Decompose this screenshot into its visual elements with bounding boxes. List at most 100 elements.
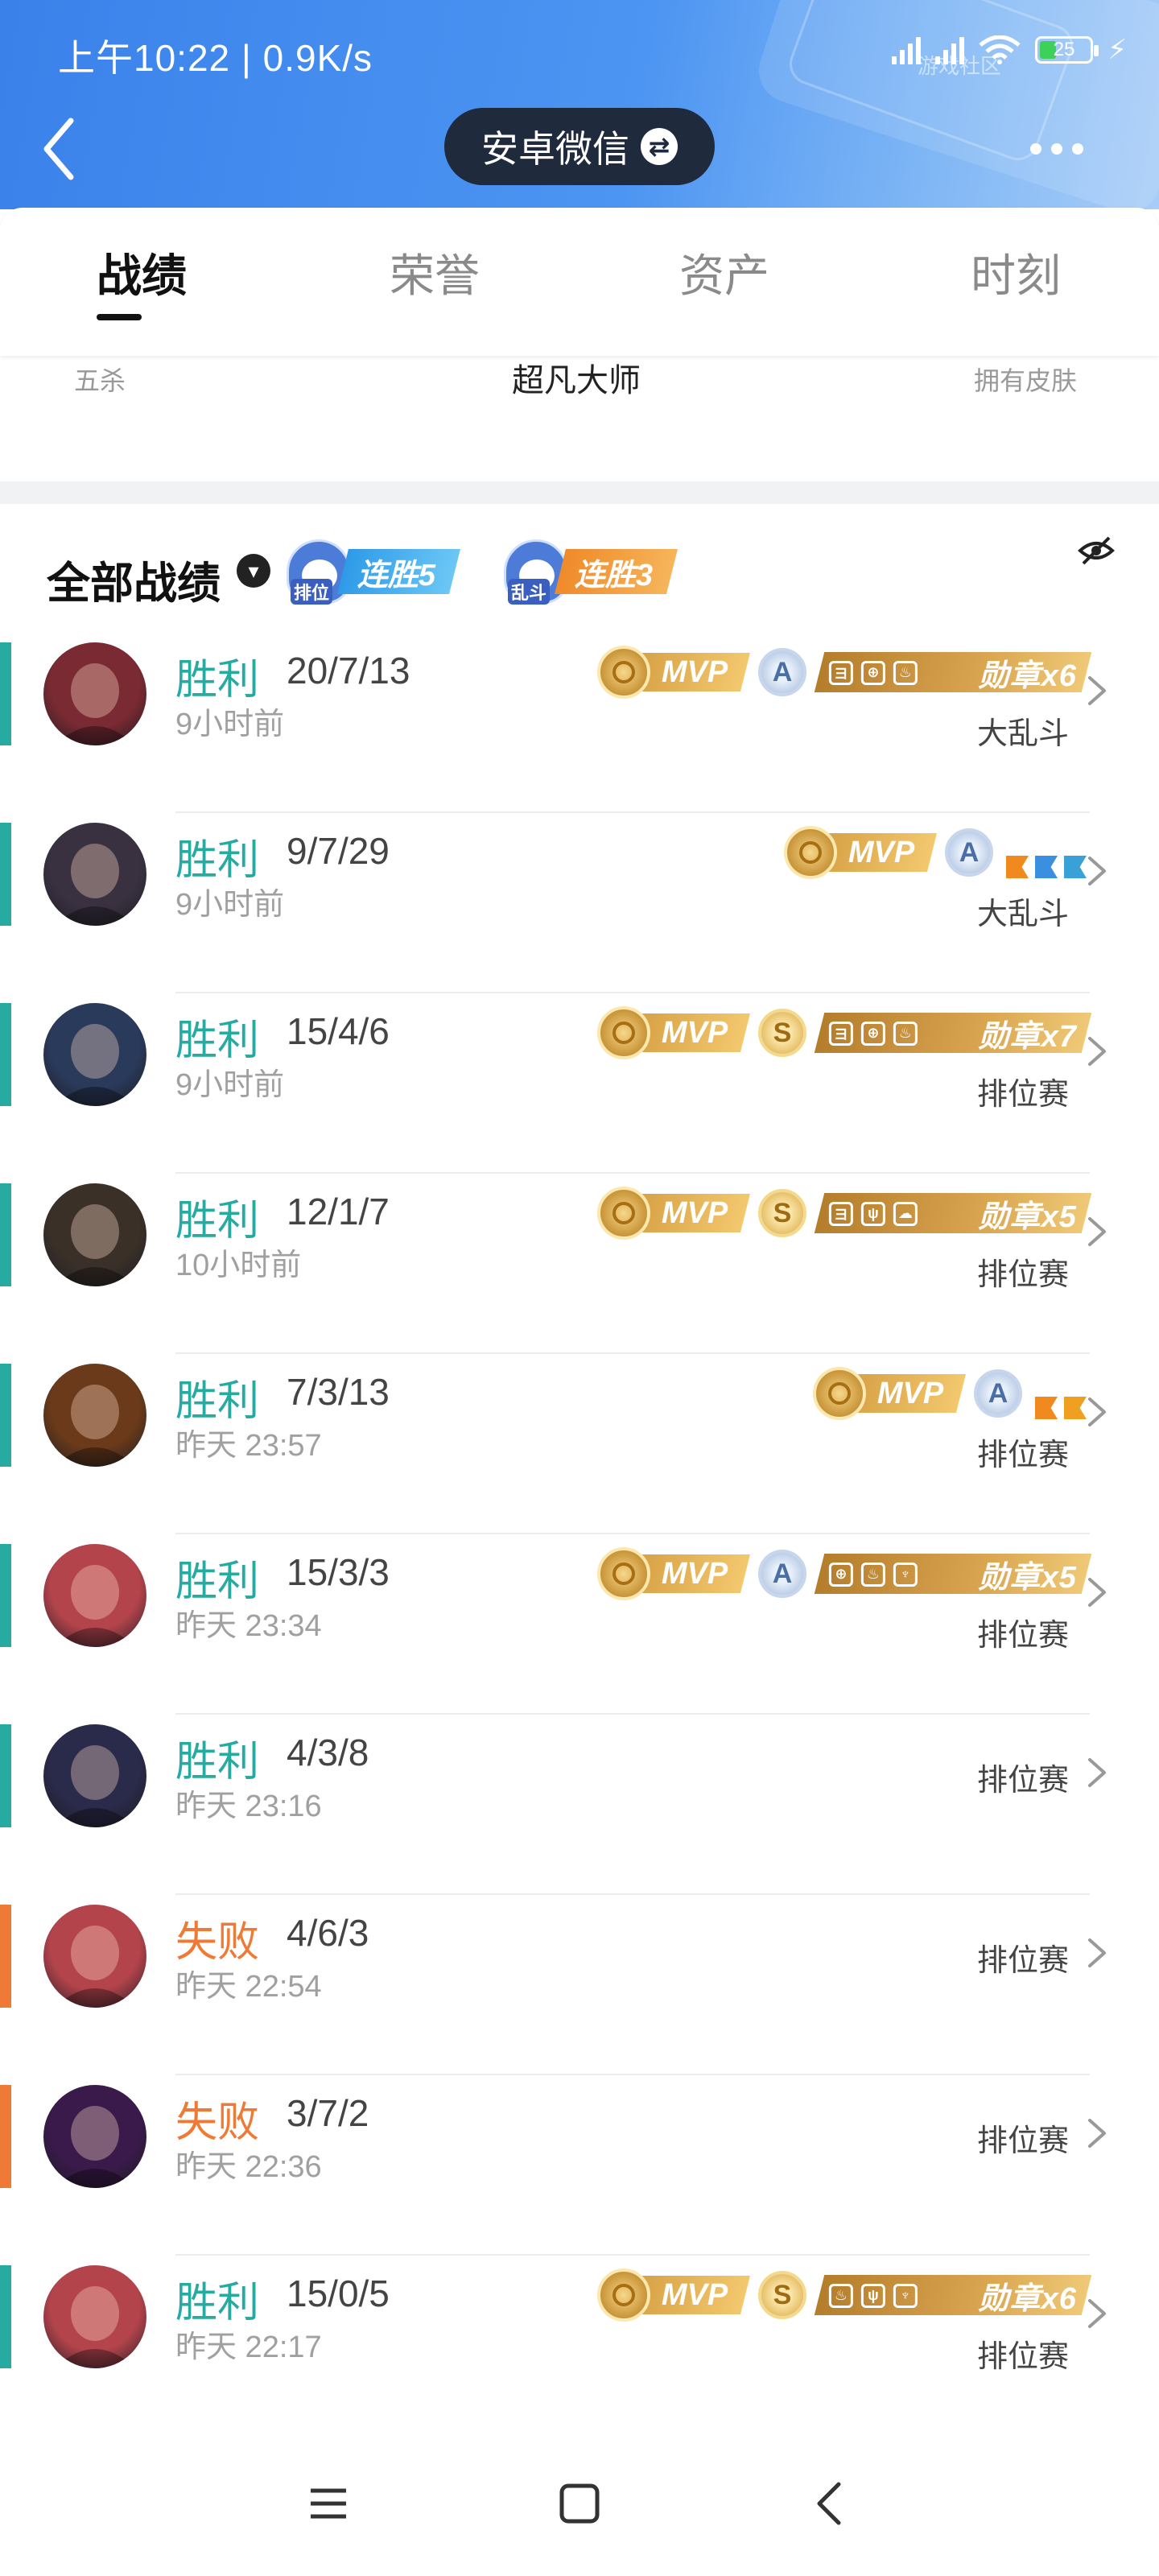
filter-title[interactable]: 全部战绩: [47, 547, 221, 611]
streak-label: 连胜3: [575, 558, 654, 592]
match-mode: 排位赛: [976, 1619, 1069, 1653]
hero-avatar: [43, 2265, 146, 2368]
hero-portrait-icon: [55, 1024, 135, 1106]
grade-badge: S: [758, 1189, 806, 1237]
chevron-down-icon[interactable]: ▾: [237, 554, 270, 588]
match-time: 昨天 23:16: [175, 1790, 322, 1823]
match-kda: 4/3/8: [287, 1732, 369, 1773]
match-row[interactable]: 胜利 7/3/13 昨天 23:57 MVP A 排位赛: [0, 1354, 1159, 1534]
match-row[interactable]: 胜利 12/1/7 10小时前 MVP S ヨ ψ ☁ 勋章x5 排位赛: [0, 1174, 1159, 1354]
header-banner: 上午10:22 | 0.9K/s 游戏社区 25 ⚡ 安卓微信 ⇄: [0, 0, 1159, 209]
match-row[interactable]: 胜利 15/4/6 9小时前 MVP S ヨ ⊕ ♨ 勋章x7 排位赛: [0, 993, 1159, 1174]
result-accent-bar: [0, 2085, 11, 2188]
chevron-right-icon: [1088, 857, 1106, 886]
mvp-coin-icon: [596, 1006, 650, 1059]
hero-portrait-icon: [55, 1926, 135, 2008]
match-mode: 排位赛: [976, 2124, 1069, 2158]
result-accent-bar: [0, 823, 11, 926]
match-result: 胜利: [175, 1739, 260, 1785]
match-row[interactable]: 失败 4/6/3 昨天 22:54 排位赛: [0, 1895, 1159, 2075]
badge-group: MVP S ヨ ψ ☁ 勋章x5: [596, 1185, 1092, 1241]
back-nav-icon[interactable]: [806, 2479, 855, 2528]
medal-icon: ♨: [829, 2283, 853, 2307]
grade-badge: A: [974, 1369, 1022, 1418]
match-mode: 排位赛: [976, 1764, 1069, 1798]
match-mode: 排位赛: [976, 1078, 1069, 1112]
medal-badge: ヨ ψ ☁ 勋章x5: [814, 1193, 1092, 1234]
chevron-right-icon: [1088, 1578, 1106, 1607]
match-time: 9小时前: [175, 708, 285, 741]
home-icon[interactable]: [555, 2479, 604, 2528]
match-kda: 4/6/3: [287, 1912, 369, 1954]
back-button[interactable]: [35, 113, 92, 185]
match-row[interactable]: 胜利 9/7/29 9小时前 MVP A 大乱斗: [0, 813, 1159, 993]
wifi-icon: [979, 35, 1021, 64]
stat-skins-label: 拥有皮肤: [974, 366, 1078, 395]
hero-portrait-icon: [55, 2286, 135, 2368]
match-mode: 大乱斗: [976, 717, 1069, 751]
chevron-right-icon: [1088, 2119, 1106, 2148]
result-accent-bar: [0, 642, 11, 745]
more-button[interactable]: [1030, 137, 1095, 161]
account-switch-button[interactable]: 安卓微信 ⇄: [444, 108, 715, 185]
streak-bar: 连胜5: [337, 549, 461, 594]
match-result: 失败: [175, 1919, 260, 1966]
tab-honor[interactable]: 荣誉: [390, 240, 480, 305]
status-time: 上午10:22 | 0.9K/s: [58, 37, 373, 79]
medal-icon: ⊕: [861, 660, 885, 684]
hero-avatar: [43, 1544, 146, 1647]
hero-portrait-icon: [55, 1745, 135, 1827]
grade-badge: A: [758, 1550, 806, 1598]
mvp-coin-icon: [596, 646, 650, 699]
chevron-right-icon: [1088, 1758, 1106, 1787]
match-row[interactable]: 胜利 20/7/13 9小时前 MVP A ヨ ⊕ ♨ 勋章x6 大乱斗: [0, 633, 1159, 813]
mvp-label: MVP: [661, 2277, 728, 2312]
match-row[interactable]: 胜利 4/3/8 昨天 23:16 排位赛: [0, 1715, 1159, 1895]
match-kda: 15/4/6: [287, 1010, 390, 1052]
match-kda: 15/0/5: [287, 2273, 390, 2314]
chevron-right-icon: [1088, 1397, 1106, 1426]
hero-avatar: [43, 642, 146, 745]
match-result: 胜利: [175, 1558, 260, 1605]
match-row[interactable]: 胜利 15/0/5 昨天 22:17 MVP S ♨ ψ ♆ 勋章x6 排位赛: [0, 2256, 1159, 2436]
match-result: 胜利: [175, 837, 260, 884]
mvp-badge: MVP: [783, 826, 937, 879]
hide-eye-icon[interactable]: [1077, 535, 1116, 567]
result-accent-bar: [0, 1364, 11, 1467]
stat-rank-label: 超凡大师: [512, 363, 641, 398]
mvp-label: MVP: [876, 1376, 943, 1410]
mvp-badge: MVP: [596, 2268, 750, 2322]
hero-avatar: [43, 2085, 146, 2188]
hero-avatar: [43, 1364, 146, 1467]
tab-record[interactable]: 战绩: [97, 240, 187, 305]
medal-icon: ♨: [893, 1021, 918, 1045]
badge-group: MVP S ヨ ⊕ ♨ 勋章x7: [596, 1005, 1092, 1061]
medal-icon: ☁: [893, 1201, 918, 1225]
medal-badge: ヨ ⊕ ♨ 勋章x7: [814, 1013, 1092, 1054]
grade-badge: S: [758, 2271, 806, 2319]
hero-avatar: [43, 823, 146, 926]
tab-indicator: [97, 314, 142, 320]
medal-icon: ♆: [893, 1562, 918, 1586]
tab-moments[interactable]: 时刻: [971, 240, 1061, 305]
match-result: 胜利: [175, 1378, 260, 1425]
tab-assets[interactable]: 资产: [679, 240, 769, 305]
mvp-label: MVP: [848, 835, 914, 869]
match-row[interactable]: 胜利 15/3/3 昨天 23:34 MVP A ⊕ ♨ ♆ 勋章x5 排位赛: [0, 1534, 1159, 1715]
streak-bar: 连胜3: [555, 549, 678, 594]
match-kda: 15/3/3: [287, 1551, 390, 1593]
match-row[interactable]: 失败 3/7/2 昨天 22:36 排位赛: [0, 2075, 1159, 2256]
hero-avatar: [43, 1724, 146, 1827]
penguin-icon: 乱斗: [504, 539, 568, 605]
hero-avatar: [43, 1003, 146, 1106]
menu-icon[interactable]: [304, 2479, 353, 2528]
match-time: 9小时前: [175, 1068, 285, 1102]
medal-icon: ♆: [893, 2283, 918, 2307]
mvp-badge: MVP: [596, 1006, 750, 1059]
match-time: 昨天 23:34: [175, 1609, 322, 1643]
chevron-right-icon: [1088, 1037, 1106, 1066]
section-divider: [0, 481, 1159, 504]
badge-group: MVP A ヨ ⊕ ♨ 勋章x6: [596, 644, 1092, 700]
achievement-flag-icon: [1006, 856, 1029, 878]
streak-label: 连胜5: [357, 558, 436, 592]
